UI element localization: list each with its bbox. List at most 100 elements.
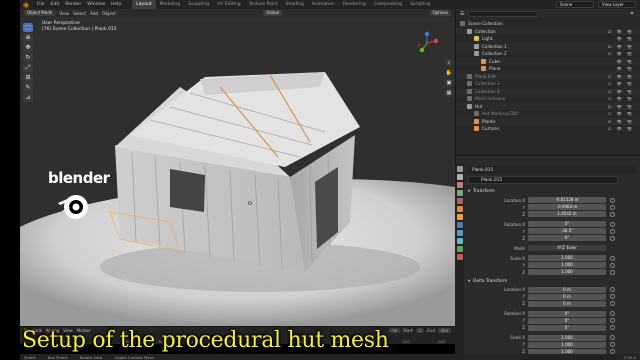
navigation-gizmo-icon[interactable] (415, 31, 439, 55)
visibility-toggles[interactable]: ☑ 👁 📷 (608, 29, 634, 34)
outliner-row[interactable]: Collection 4 ☐ 👁 📷 (456, 87, 640, 95)
outliner-row[interactable]: Collection 3 ☐ 👁 📷 (456, 80, 640, 88)
object-tab-icon[interactable] (456, 214, 463, 220)
tab-compositing[interactable]: Compositing (370, 0, 406, 9)
current-frame-field[interactable]: 76 (389, 327, 400, 334)
mode-dropdown[interactable]: Object Mode (24, 10, 56, 16)
keyframe-icon[interactable] (610, 197, 615, 203)
menu-window[interactable]: Window (87, 2, 105, 7)
scale-y-field[interactable]: 1.000 (528, 262, 606, 269)
delta-scale-y-field[interactable]: 1.000 (528, 341, 606, 348)
orientation-dropdown[interactable]: Global (263, 10, 283, 16)
keyframe-icon[interactable] (610, 235, 615, 241)
keyframe-icon[interactable] (610, 311, 615, 317)
location-z-field[interactable]: 1.4542 m (528, 211, 606, 218)
measure-tool-icon[interactable]: ⊿ (23, 93, 33, 102)
menu-help[interactable]: Help (111, 2, 121, 7)
keyframe-icon[interactable] (610, 335, 615, 341)
keyframe-icon[interactable] (610, 287, 615, 293)
outliner-row[interactable]: Planks ☑ 👁 📷 (456, 117, 640, 125)
outliner-row[interactable]: Hut ☑ 👁 📷 (456, 102, 640, 110)
outliner-row[interactable]: Hut Working EDO ☐ 👁 📷 (456, 110, 640, 118)
tab-rendering[interactable]: Rendering (339, 0, 370, 9)
tab-layout[interactable]: Layout (132, 0, 156, 9)
tab-sculpting[interactable]: Sculpting (184, 0, 213, 9)
rotation-z-field[interactable]: 0° (528, 235, 606, 242)
view-layer-field[interactable]: View Layer (598, 1, 636, 8)
material-tab-icon[interactable] (456, 254, 463, 260)
rotation-mode-dropdown[interactable]: XYZ Euler (528, 245, 606, 252)
outliner-row[interactable]: Collection ☑ 👁 📷 (456, 27, 640, 35)
delta-scale-x-field[interactable]: 1.000 (528, 334, 606, 341)
menu-object[interactable]: Object (102, 11, 116, 16)
visibility-toggles[interactable]: ☑ 👁 📷 (608, 44, 634, 49)
visibility-toggles[interactable]: ☑ 👁 📷 (608, 126, 634, 131)
visibility-toggles[interactable]: ☐ 👁 📷 (608, 96, 634, 101)
blender-logo-icon[interactable]: ◉ (23, 1, 31, 9)
keyframe-icon[interactable] (610, 301, 615, 307)
tab-modeling[interactable]: Modeling (156, 0, 184, 9)
start-frame-field[interactable]: 1 (415, 327, 425, 334)
menu-render[interactable]: Render (65, 2, 81, 7)
visibility-toggles[interactable]: ☑ 👁 📷 (608, 119, 634, 124)
delta-location-x-field[interactable]: 0 m (528, 286, 606, 293)
visibility-toggles[interactable]: 👁 📷 (617, 66, 634, 71)
outliner-row[interactable]: Mesh Instance ☐ 👁 📷 (456, 95, 640, 103)
render-tab-icon[interactable] (456, 174, 463, 180)
physics-tab-icon[interactable] (456, 238, 463, 244)
keyframe-icon[interactable] (610, 294, 615, 300)
outliner-row[interactable]: Scene Collection (456, 20, 640, 28)
outliner-row[interactable]: Light 👁 📷 (456, 35, 640, 43)
menu-view[interactable]: View (59, 11, 69, 16)
menu-add[interactable]: Add (90, 11, 98, 16)
keyframe-icon[interactable] (610, 211, 615, 217)
outliner-row[interactable]: Curtains ☑ 👁 📷 (456, 125, 640, 133)
filter-icon[interactable]: ⏷ (630, 11, 634, 17)
object-name-field[interactable]: Plank.015 (468, 176, 618, 184)
outliner-display-icon[interactable]: ☰ (460, 11, 464, 17)
tab-texture-paint[interactable]: Texture Paint (245, 0, 282, 9)
keyframe-icon[interactable] (610, 318, 615, 324)
delta-rotation-x-field[interactable]: 0° (528, 310, 606, 317)
tool-tab-icon[interactable] (456, 166, 463, 172)
outliner-row[interactable]: Collection 1 ☑ 👁 📷 (456, 42, 640, 50)
tab-animation[interactable]: Animation (308, 0, 339, 9)
view-layer-tab-icon[interactable] (456, 190, 463, 196)
transform-section-header[interactable]: ▾ Transform (468, 188, 636, 195)
visibility-toggles[interactable]: ☐ 👁 📷 (608, 89, 634, 94)
keyframe-icon[interactable] (610, 221, 615, 227)
select-tool-icon[interactable]: ⬚ (23, 23, 33, 32)
menu-edit[interactable]: Edit (51, 2, 60, 7)
delta-rotation-y-field[interactable]: 0° (528, 317, 606, 324)
location-y-field[interactable]: -0.9464 m (528, 204, 606, 211)
keyframe-icon[interactable] (610, 204, 615, 210)
visibility-toggles[interactable]: 👁 📷 (617, 36, 634, 41)
keyframe-icon[interactable] (610, 228, 615, 234)
delta-rotation-z-field[interactable]: 0° (528, 324, 606, 331)
end-frame-field[interactable]: 250 (437, 327, 451, 334)
visibility-toggles[interactable]: ☑ 👁 📷 (608, 51, 634, 56)
scene-tab-icon[interactable] (456, 198, 463, 204)
keyframe-icon[interactable] (610, 255, 615, 261)
delta-location-z-field[interactable]: 0 m (528, 300, 606, 307)
scale-z-field[interactable]: 1.000 (528, 269, 606, 276)
tab-scripting[interactable]: Scripting (406, 0, 434, 9)
visibility-toggles[interactable]: ☐ 👁 📷 (608, 81, 634, 86)
delta-transform-section-header[interactable]: ▾ Delta Transform (468, 278, 636, 285)
keyframe-icon[interactable] (610, 269, 615, 275)
tab-uv-editing[interactable]: UV Editing (213, 0, 244, 9)
tab-shading[interactable]: Shading (282, 0, 308, 9)
cursor-tool-icon[interactable]: ⊕ (23, 33, 33, 42)
3d-viewport[interactable]: User Perspective (76) Scene Collection |… (20, 17, 455, 326)
outliner-row[interactable]: Plank.009 ☐ 👁 📷 (456, 72, 640, 80)
keyframe-icon[interactable] (610, 262, 615, 268)
keyframe-icon[interactable] (610, 342, 615, 348)
visibility-toggles[interactable]: ☐ 👁 📷 (608, 111, 634, 116)
outliner-row[interactable]: Collection 2 ☑ 👁 📷 (456, 50, 640, 58)
visibility-toggles[interactable]: ☐ 👁 📷 (608, 74, 634, 79)
visibility-toggles[interactable]: 👁 📷 (617, 59, 634, 64)
delta-location-y-field[interactable]: 0 m (528, 293, 606, 300)
keyframe-icon[interactable] (610, 325, 615, 331)
move-tool-icon[interactable]: ✥ (23, 43, 33, 52)
world-tab-icon[interactable] (456, 206, 463, 212)
